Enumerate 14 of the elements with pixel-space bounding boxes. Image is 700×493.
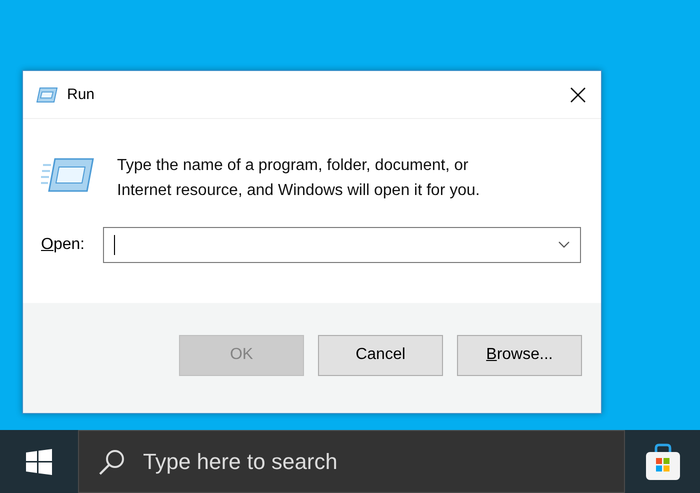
run-icon (41, 157, 95, 193)
instruction-text: Type the name of a program, folder, document, or Internet resource, and Windows will open it for you. (117, 156, 481, 201)
windows-logo-icon[interactable] (26, 448, 52, 474)
close-icon[interactable] (570, 86, 586, 102)
open-combobox[interactable] (102, 227, 581, 263)
browse-button[interactable]: Browse... (457, 334, 582, 376)
open-label: Open: (41, 236, 85, 254)
window-title: Run (67, 86, 96, 103)
search-box[interactable]: Type here to search (78, 430, 625, 493)
chevron-down-icon[interactable] (558, 241, 570, 249)
search-field[interactable]: Type here to search (141, 448, 624, 476)
run-icon (35, 86, 59, 104)
cancel-button[interactable]: Cancel (318, 334, 443, 376)
store-icon[interactable] (644, 442, 682, 480)
